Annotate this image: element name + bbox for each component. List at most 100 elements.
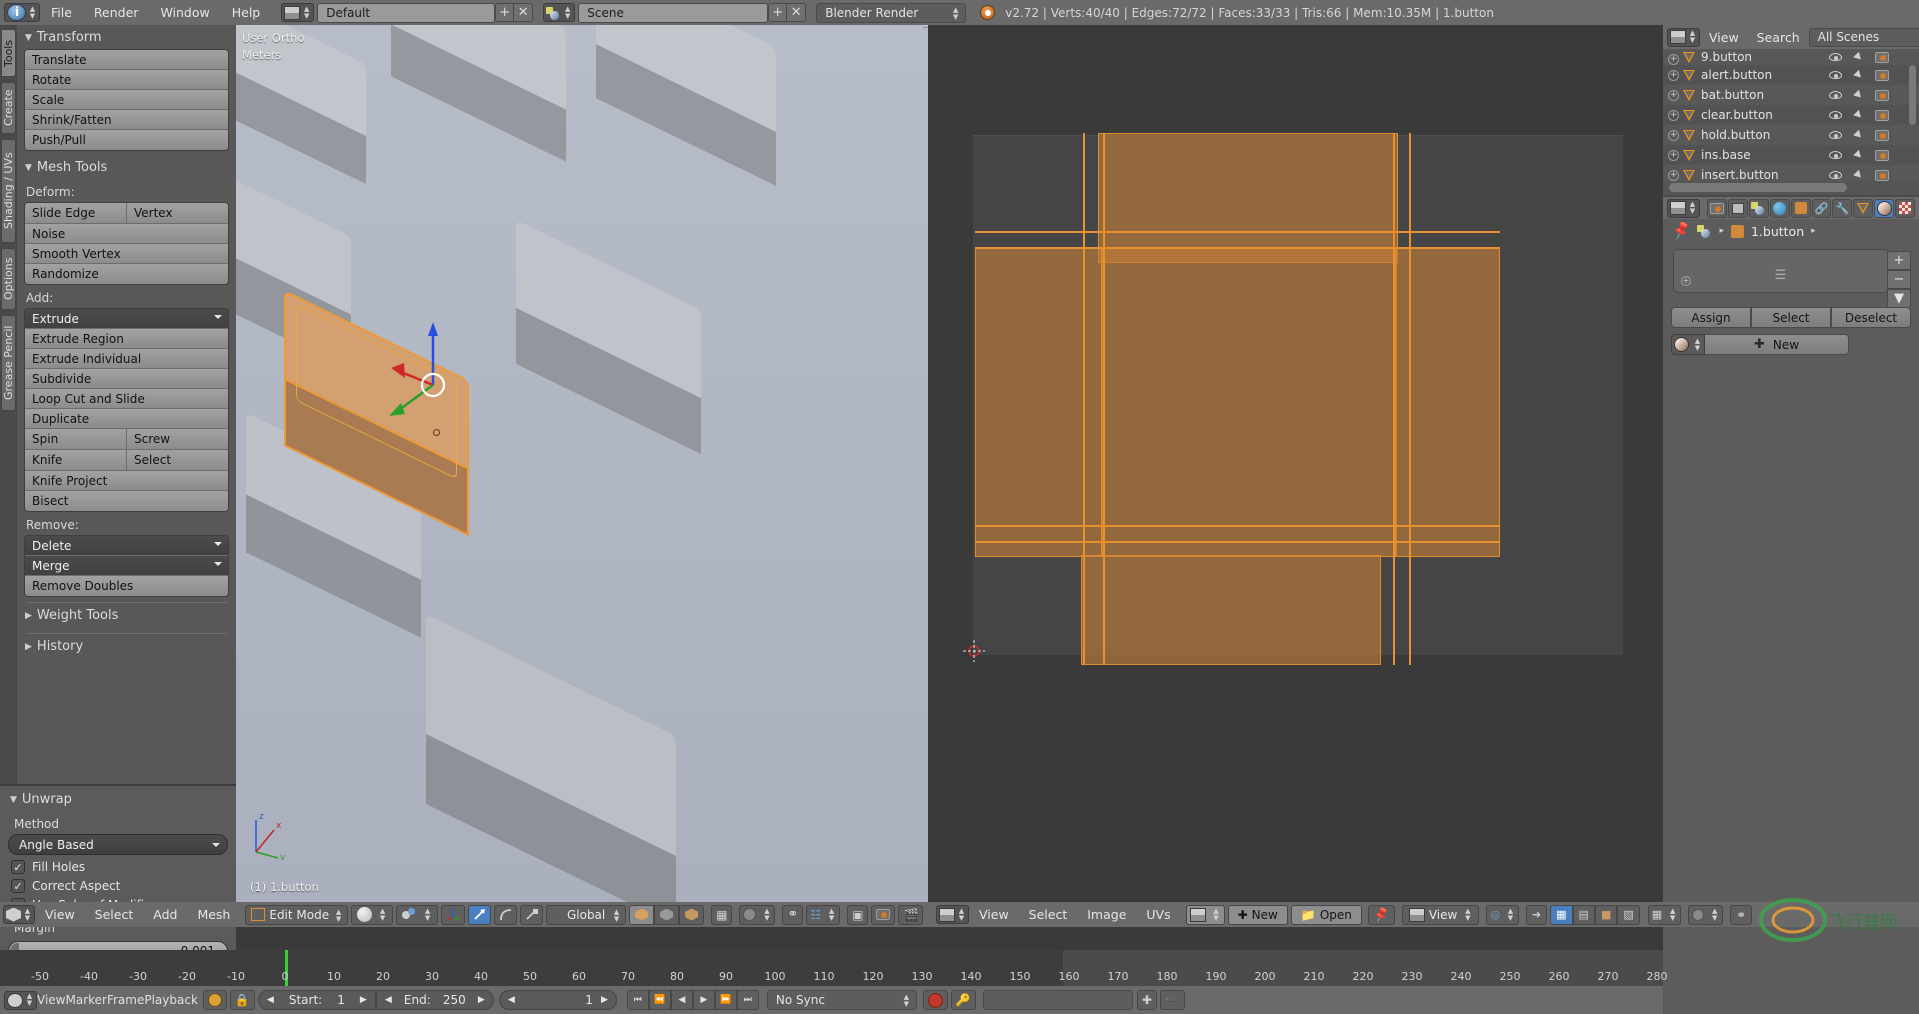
outliner-item-alert-button[interactable]: + alert.button bbox=[1663, 65, 1919, 85]
timeline-menu-view[interactable]: View bbox=[37, 993, 65, 1007]
uv-menu-image[interactable]: Image bbox=[1077, 907, 1136, 922]
tab-render-layers[interactable] bbox=[1727, 198, 1748, 218]
vertex-select-mode-button[interactable] bbox=[629, 904, 655, 925]
opengl-render-image-button[interactable] bbox=[871, 904, 896, 925]
eye-icon[interactable] bbox=[1829, 131, 1842, 139]
tab-create[interactable]: Create bbox=[1, 82, 16, 134]
add-material-slot-button[interactable]: + bbox=[1887, 251, 1911, 270]
play-reverse-button[interactable]: ◀ bbox=[670, 990, 693, 1010]
scale-button[interactable]: Scale bbox=[25, 90, 228, 110]
proportional-edit-select[interactable]: ▲ ▼ bbox=[739, 904, 776, 925]
sync-mode-select[interactable]: No Sync ▲ ▼ bbox=[766, 990, 917, 1010]
translate-button[interactable]: Translate bbox=[25, 50, 228, 70]
shrink-fatten-button[interactable]: Shrink/Fatten bbox=[25, 110, 228, 130]
start-frame-field[interactable]: ◀ Start: 1 ▶ bbox=[257, 990, 376, 1010]
loop-cut-and-slide-button[interactable]: Loop Cut and Slide bbox=[25, 389, 228, 409]
screw-button[interactable]: Screw bbox=[127, 429, 228, 449]
knife-button[interactable]: Knife bbox=[25, 450, 127, 470]
opengl-render-button[interactable]: ▣ bbox=[847, 904, 869, 925]
menu-help[interactable]: Help bbox=[221, 0, 272, 25]
tab-scene[interactable] bbox=[1748, 198, 1769, 218]
render-icon[interactable] bbox=[1875, 89, 1889, 101]
translate-manipulator-button[interactable] bbox=[468, 904, 492, 925]
uv-face[interactable] bbox=[1098, 133, 1398, 263]
timeline-ruler[interactable]: -50 -40 -30 -20 -10 0 10 20 30 40 50 60 … bbox=[0, 950, 1668, 986]
push-pull-button[interactable]: Push/Pull bbox=[25, 130, 228, 150]
uv-menu-view[interactable]: View bbox=[969, 907, 1019, 922]
pivot-point-select[interactable]: ▲ ▼ bbox=[396, 904, 439, 925]
randomize-button[interactable]: Randomize bbox=[25, 264, 228, 284]
tab-object[interactable] bbox=[1790, 198, 1811, 218]
keying-set-lock-button[interactable]: 🔒 bbox=[229, 990, 255, 1010]
tab-texture[interactable] bbox=[1895, 198, 1916, 218]
panel-header-unwrap[interactable]: ▼ Unwrap bbox=[0, 786, 236, 815]
viewport-menu-add[interactable]: Add bbox=[143, 907, 187, 922]
slot-specials-menu-button[interactable]: ▼ bbox=[1887, 289, 1911, 308]
uv-face[interactable] bbox=[1101, 247, 1397, 557]
menu-window[interactable]: Window bbox=[149, 0, 220, 25]
outliner-item-ins-base[interactable]: + ins.base bbox=[1663, 145, 1919, 165]
assign-button[interactable]: Assign bbox=[1671, 307, 1751, 328]
delete-layout-button[interactable]: ✕ bbox=[514, 3, 534, 22]
uv-face-select-button[interactable]: ■ bbox=[1594, 904, 1618, 925]
tab-constraints[interactable]: 🔗 bbox=[1811, 198, 1832, 218]
noise-button[interactable]: Noise bbox=[25, 224, 228, 244]
add-layout-button[interactable]: + bbox=[495, 3, 515, 22]
grip-handle-icon[interactable]: ☰ bbox=[1775, 268, 1788, 283]
face-select-mode-button[interactable] bbox=[679, 904, 705, 925]
selectable-icon[interactable] bbox=[1853, 51, 1864, 63]
correct-aspect-row[interactable]: ✓ Correct Aspect bbox=[0, 874, 236, 893]
interaction-mode-select[interactable]: Edit Mode ▲ ▼ bbox=[245, 904, 349, 925]
new-material-button[interactable]: ✚ New bbox=[1705, 334, 1849, 355]
outliner-menu-view[interactable]: View bbox=[1700, 30, 1748, 45]
manipulator-toggle[interactable] bbox=[441, 904, 466, 925]
outliner-item-hold-button[interactable]: + hold.button bbox=[1663, 125, 1919, 145]
spin-button[interactable]: Spin bbox=[25, 429, 127, 449]
knife-select-button[interactable]: Select bbox=[127, 450, 228, 470]
outliner-item-clear-button[interactable]: + clear.button bbox=[1663, 105, 1919, 125]
uv-edge-select-button[interactable]: ▤ bbox=[1572, 904, 1595, 925]
duplicate-button[interactable]: Duplicate bbox=[25, 409, 228, 429]
expand-icon[interactable]: + bbox=[1668, 70, 1679, 81]
transform-manipulator[interactable] bbox=[381, 310, 466, 425]
jump-to-start-button[interactable]: ⏮ bbox=[626, 990, 649, 1010]
add-scene-button[interactable]: + bbox=[768, 3, 788, 22]
auto-keyframe-button[interactable] bbox=[202, 990, 227, 1010]
material-browse-button[interactable]: ▲ ▼ bbox=[1671, 334, 1705, 355]
record-button[interactable] bbox=[922, 990, 948, 1010]
open-image-button[interactable]: 📁 Open bbox=[1290, 904, 1362, 925]
render-engine-select[interactable]: Blender Render ▲ ▼ bbox=[816, 2, 967, 23]
deselect-button[interactable]: Deselect bbox=[1831, 307, 1911, 328]
uv-island-select-button[interactable]: ▧ bbox=[1617, 904, 1640, 925]
new-image-button[interactable]: ✚ New bbox=[1227, 904, 1288, 925]
eye-icon[interactable] bbox=[1829, 71, 1842, 79]
material-slot-list[interactable]: + ☰ bbox=[1673, 249, 1889, 293]
render-icon[interactable] bbox=[1875, 129, 1889, 141]
outliner-editor[interactable]: ▲▼ View Search All Scenes ▲▼ + 9.button bbox=[1663, 25, 1919, 195]
image-browse-button[interactable]: ▲ ▼ bbox=[1185, 904, 1225, 925]
pin-image-button[interactable]: 📌 bbox=[1367, 904, 1395, 925]
render-icon[interactable] bbox=[1875, 149, 1889, 161]
snap-toggle-button[interactable]: ⚭ bbox=[782, 904, 804, 925]
delete-scene-button[interactable]: ✕ bbox=[787, 3, 807, 22]
delete-button[interactable]: Delete bbox=[25, 536, 228, 556]
selectable-icon[interactable] bbox=[1853, 129, 1864, 141]
uv-proportional-edit-select[interactable]: ▲ ▼ bbox=[1688, 904, 1724, 925]
outliner-item-bat-button[interactable]: + bat.button bbox=[1663, 85, 1919, 105]
expand-icon[interactable]: + bbox=[1668, 170, 1679, 181]
timeline-editor[interactable]: -50 -40 -30 -20 -10 0 10 20 30 40 50 60 … bbox=[0, 950, 1668, 1014]
tab-render[interactable] bbox=[1707, 198, 1727, 218]
knife-project-button[interactable]: Knife Project bbox=[25, 471, 228, 491]
select-button[interactable]: Select bbox=[1751, 307, 1831, 328]
viewport-menu-select[interactable]: Select bbox=[85, 907, 144, 922]
tab-shading-uvs[interactable]: Shading / UVs bbox=[1, 139, 16, 243]
uv-menu-uvs[interactable]: UVs bbox=[1136, 907, 1180, 922]
timeline-editor-type-button[interactable]: ▲ ▼ bbox=[4, 990, 37, 1010]
viewport-shading-select[interactable]: ▲ ▼ bbox=[351, 904, 394, 925]
uv-face[interactable] bbox=[1081, 555, 1381, 665]
menu-render[interactable]: Render bbox=[83, 0, 150, 25]
blender-app-menu[interactable]: ▲▼ bbox=[4, 3, 40, 22]
timeline-menu-marker[interactable]: Marker bbox=[65, 993, 106, 1007]
tab-grease-pencil[interactable]: Grease Pencil bbox=[1, 315, 16, 411]
timeline-menu-frame[interactable]: Frame bbox=[107, 993, 144, 1007]
